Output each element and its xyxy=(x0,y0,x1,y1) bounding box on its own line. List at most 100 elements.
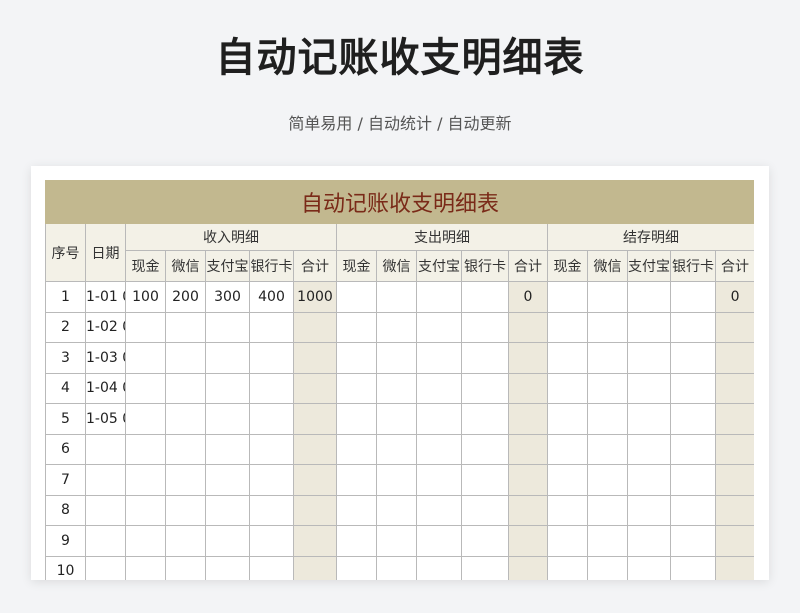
cell-date[interactable]: 1-04 00:00:00 xyxy=(85,372,126,404)
cell-exp-3[interactable] xyxy=(461,372,509,404)
cell-exp-3[interactable] xyxy=(461,311,509,343)
cell-inc-3[interactable] xyxy=(249,342,294,374)
cell-inc-1[interactable]: 200 xyxy=(165,281,206,313)
cell-exp-3[interactable] xyxy=(461,464,509,496)
cell-bal-1[interactable] xyxy=(587,525,628,557)
cell-exp-3[interactable] xyxy=(461,403,509,435)
cell-inc-0[interactable] xyxy=(125,464,166,496)
cell-bal-1[interactable] xyxy=(587,403,628,435)
cell-bal-3[interactable] xyxy=(670,555,716,580)
cell-bal-0[interactable] xyxy=(547,342,588,374)
cell-inc-1[interactable] xyxy=(165,342,206,374)
cell-inc-2[interactable] xyxy=(205,342,250,374)
cell-exp-4[interactable] xyxy=(508,464,548,496)
cell-exp-2[interactable] xyxy=(416,464,462,496)
cell-bal-0[interactable] xyxy=(547,555,588,580)
cell-exp-4[interactable] xyxy=(508,372,548,404)
cell-inc-3[interactable] xyxy=(249,311,294,343)
cell-bal-1[interactable] xyxy=(587,372,628,404)
cell-bal-1[interactable] xyxy=(587,281,628,313)
cell-bal-3[interactable] xyxy=(670,311,716,343)
cell-exp-1[interactable] xyxy=(376,372,417,404)
cell-inc-4[interactable] xyxy=(293,494,337,526)
cell-exp-1[interactable] xyxy=(376,555,417,580)
cell-bal-1[interactable] xyxy=(587,555,628,580)
cell-exp-4[interactable] xyxy=(508,494,548,526)
cell-exp-0[interactable] xyxy=(336,281,377,313)
cell-bal-4[interactable] xyxy=(714,403,754,435)
cell-inc-0[interactable] xyxy=(125,342,166,374)
cell-inc-3[interactable] xyxy=(249,403,294,435)
cell-inc-3[interactable] xyxy=(249,494,294,526)
cell-date[interactable]: 1-02 00:00:00 xyxy=(85,311,126,343)
cell-exp-2[interactable] xyxy=(416,281,462,313)
cell-exp-2[interactable] xyxy=(416,403,462,435)
cell-exp-0[interactable] xyxy=(336,494,377,526)
cell-inc-0[interactable] xyxy=(125,555,166,580)
cell-bal-4[interactable] xyxy=(714,464,754,496)
cell-bal-1[interactable] xyxy=(587,433,628,465)
cell-exp-3[interactable] xyxy=(461,555,509,580)
cell-inc-2[interactable] xyxy=(205,494,250,526)
cell-exp-4[interactable] xyxy=(508,525,548,557)
cell-date[interactable] xyxy=(85,464,126,496)
cell-date[interactable] xyxy=(85,433,126,465)
cell-bal-4[interactable] xyxy=(714,555,754,580)
cell-seq[interactable]: 6 xyxy=(45,433,86,465)
cell-bal-3[interactable] xyxy=(670,464,716,496)
cell-bal-0[interactable] xyxy=(547,464,588,496)
cell-inc-4[interactable]: 1000 xyxy=(293,281,337,313)
cell-bal-0[interactable] xyxy=(547,311,588,343)
cell-inc-0[interactable] xyxy=(125,525,166,557)
cell-bal-4[interactable] xyxy=(714,342,754,374)
cell-inc-1[interactable] xyxy=(165,525,206,557)
cell-inc-2[interactable] xyxy=(205,525,250,557)
cell-exp-3[interactable] xyxy=(461,433,509,465)
cell-bal-3[interactable] xyxy=(670,372,716,404)
cell-bal-4[interactable]: 0 xyxy=(714,281,754,313)
cell-exp-2[interactable] xyxy=(416,311,462,343)
cell-inc-1[interactable] xyxy=(165,464,206,496)
cell-inc-0[interactable] xyxy=(125,433,166,465)
cell-inc-1[interactable] xyxy=(165,372,206,404)
cell-bal-2[interactable] xyxy=(627,433,671,465)
cell-bal-2[interactable] xyxy=(627,555,671,580)
cell-bal-0[interactable] xyxy=(547,403,588,435)
cell-inc-1[interactable] xyxy=(165,494,206,526)
cell-inc-0[interactable] xyxy=(125,311,166,343)
cell-exp-1[interactable] xyxy=(376,281,417,313)
cell-inc-0[interactable]: 100 xyxy=(125,281,166,313)
cell-bal-1[interactable] xyxy=(587,342,628,374)
cell-bal-2[interactable] xyxy=(627,281,671,313)
cell-inc-4[interactable] xyxy=(293,342,337,374)
cell-exp-4[interactable] xyxy=(508,433,548,465)
cell-inc-2[interactable]: 300 xyxy=(205,281,250,313)
cell-bal-0[interactable] xyxy=(547,525,588,557)
cell-exp-2[interactable] xyxy=(416,555,462,580)
cell-date[interactable] xyxy=(85,525,126,557)
cell-inc-3[interactable] xyxy=(249,372,294,404)
cell-exp-2[interactable] xyxy=(416,342,462,374)
cell-seq[interactable]: 10 xyxy=(45,555,86,580)
cell-bal-3[interactable] xyxy=(670,525,716,557)
cell-bal-3[interactable] xyxy=(670,403,716,435)
cell-exp-0[interactable] xyxy=(336,433,377,465)
cell-date[interactable]: 1-03 00:00:00 xyxy=(85,342,126,374)
cell-bal-0[interactable] xyxy=(547,433,588,465)
cell-exp-4[interactable]: 0 xyxy=(508,281,548,313)
cell-inc-2[interactable] xyxy=(205,311,250,343)
cell-seq[interactable]: 2 xyxy=(45,311,86,343)
cell-inc-3[interactable] xyxy=(249,464,294,496)
cell-exp-0[interactable] xyxy=(336,525,377,557)
cell-bal-4[interactable] xyxy=(714,525,754,557)
cell-exp-2[interactable] xyxy=(416,433,462,465)
cell-exp-0[interactable] xyxy=(336,403,377,435)
cell-date[interactable]: 1-01 0 xyxy=(85,281,126,313)
cell-seq[interactable]: 4 xyxy=(45,372,86,404)
cell-bal-2[interactable] xyxy=(627,464,671,496)
cell-exp-0[interactable] xyxy=(336,342,377,374)
cell-seq[interactable]: 9 xyxy=(45,525,86,557)
cell-bal-4[interactable] xyxy=(714,494,754,526)
cell-inc-2[interactable] xyxy=(205,403,250,435)
cell-bal-0[interactable] xyxy=(547,494,588,526)
